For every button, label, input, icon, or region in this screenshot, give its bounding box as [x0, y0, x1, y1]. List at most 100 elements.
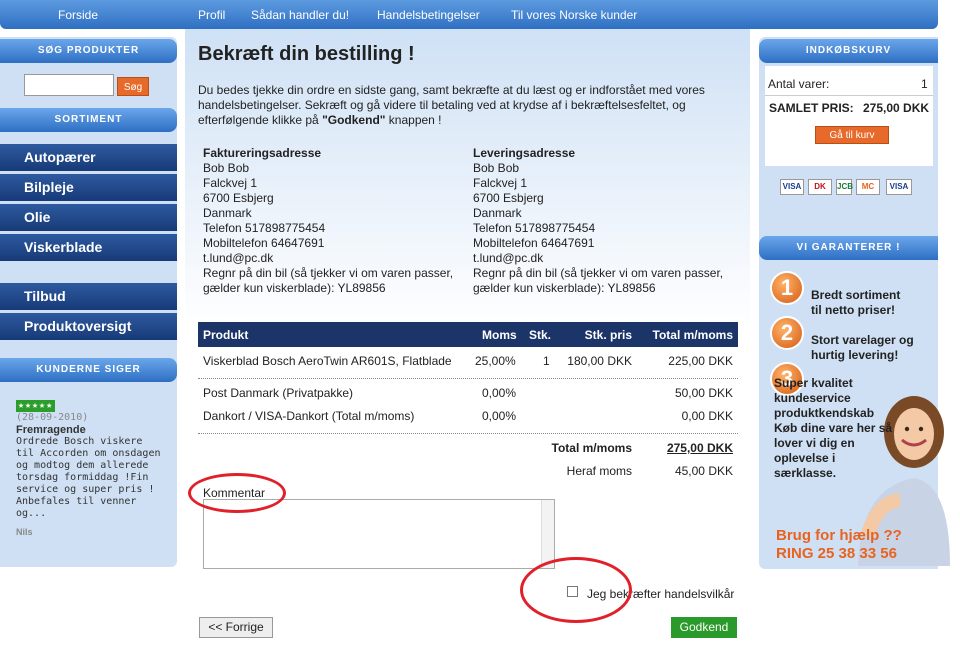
payment-vat: 0,00%	[482, 409, 517, 423]
intro-bold: "Godkend"	[322, 113, 386, 127]
total-value: 275,00 DKK	[666, 441, 733, 455]
shipping-line: Telefon 517898775454	[473, 221, 596, 235]
help-text: Brug for hjælp ??	[776, 527, 902, 544]
shipping-line: Danmark	[473, 206, 522, 220]
cart-total-label: SAMLET PRIS:	[769, 101, 854, 115]
cart-items-label: Antal varer:	[768, 77, 830, 91]
search-heading: SØG PRODUKTER	[0, 39, 177, 63]
category-olie[interactable]: Olie	[0, 204, 177, 231]
billing-line: Telefon 517898775454	[203, 221, 326, 235]
divider	[198, 433, 738, 434]
table-row: Viskerblad Bosch AeroTwin AR601S, Flatbl…	[198, 351, 738, 374]
nav-profil[interactable]: Profil	[198, 8, 225, 22]
highlight-ellipse	[520, 557, 632, 623]
customer-review: ★★★★★ (28-09-2010) Fremragende Ordrede B…	[16, 400, 166, 538]
textarea-scrollbar[interactable]	[541, 500, 554, 568]
billing-line: 6700 Esbjerg	[203, 191, 274, 205]
category-viskerblade[interactable]: Viskerblade	[0, 234, 177, 261]
table-header: Produkt Moms Stk. Stk. pris Total m/moms	[198, 322, 738, 347]
col-unit-price: Stk. pris	[584, 328, 632, 342]
billing-line: Falckvej 1	[203, 176, 258, 190]
mastercard-icon: MC	[856, 179, 880, 195]
vat-label: Heraf moms	[566, 464, 632, 478]
shipping-vat: 0,00%	[482, 386, 517, 400]
shipping-line: Mobiltelefon 64647691	[473, 236, 595, 250]
sortiment-heading: SORTIMENT	[0, 108, 177, 132]
shipping-line: t.lund@pc.dk	[473, 251, 544, 265]
vat-value: 45,00 DKK	[674, 464, 733, 478]
col-product: Produkt	[203, 328, 249, 342]
guarantee-badge: 1	[770, 271, 804, 305]
reviews-heading: KUNDERNE SIGER	[0, 358, 177, 382]
category-tilbud[interactable]: Tilbud	[0, 283, 177, 310]
guarantee-badge: 2	[770, 316, 804, 350]
help-phone: RING 25 38 33 56	[776, 545, 897, 562]
shipping-line: Regnr på din bil (så tjekker vi om varen…	[473, 266, 724, 295]
nav-norwegian-customers[interactable]: Til vores Norske kunder	[511, 8, 637, 22]
review-title: Fremragende	[16, 424, 86, 436]
review-author: Nils	[16, 527, 33, 537]
intro-text-end: knappen !	[385, 113, 442, 127]
category-produktoversigt[interactable]: Produktoversigt	[0, 313, 177, 340]
cart-total-value: 275,00 DKK	[863, 101, 930, 115]
guarantee-text: Super kvalitet kundeservice produktkends…	[774, 376, 893, 480]
guarantee-text: Stort varelager og hurtig levering!	[811, 333, 914, 362]
review-date: (28-09-2010)	[16, 412, 89, 423]
visa-card-icon: VISA	[780, 179, 804, 195]
category-autopaerer[interactable]: Autopærer	[0, 144, 177, 171]
vat-row: Heraf moms 45,00 DKK	[198, 461, 738, 484]
go-to-cart-button[interactable]: Gå til kurv	[815, 126, 889, 144]
category-bilpleje[interactable]: Bilpleje	[0, 174, 177, 201]
review-text: Ordrede Bosch viskere til Accorden om on…	[16, 436, 161, 519]
highlight-ellipse	[188, 473, 286, 513]
page-title: Bekræft din bestilling !	[198, 43, 415, 65]
shipping-address: Leveringsadresse Bob Bob Falckvej 1 6700…	[473, 146, 743, 296]
table-row: Dankort / VISA-Dankort (Total m/moms) 0,…	[198, 406, 738, 429]
help-block: Brug for hjælp ?? RING 25 38 33 56	[776, 527, 902, 563]
intro-text-part: Du bedes tjekke din ordre en sidste gang…	[198, 83, 705, 127]
billing-line: Danmark	[203, 206, 252, 220]
shipping-heading: Leveringsadresse	[473, 146, 576, 160]
guarantee-text: Bredt sortiment til netto priser!	[811, 288, 901, 317]
shipping-line: Bob Bob	[473, 161, 520, 175]
col-vat: Moms	[482, 328, 517, 342]
product-name: Viskerblad Bosch AeroTwin AR601S, Flatbl…	[203, 354, 452, 368]
billing-line: Regnr på din bil (så tjekker vi om varen…	[203, 266, 454, 295]
billing-address: Faktureringsadresse Bob Bob Falckvej 1 6…	[203, 146, 473, 296]
back-button[interactable]: << Forrige	[199, 617, 273, 638]
search-input[interactable]	[24, 74, 114, 96]
top-navigation: Forside Profil Sådan handler du! Handels…	[0, 0, 938, 29]
cart-items-value: 1	[921, 77, 928, 91]
payment-total: 0,00 DKK	[681, 409, 733, 423]
intro-text: Du bedes tjekke din ordre en sidste gang…	[198, 83, 738, 128]
dankort-card-icon: DK	[808, 179, 832, 195]
nav-terms[interactable]: Handelsbetingelser	[377, 8, 480, 22]
product-qty: 1	[543, 354, 550, 368]
col-qty: Stk.	[529, 328, 552, 342]
shipping-total: 50,00 DKK	[674, 386, 733, 400]
total-row: Total m/moms 275,00 DKK	[198, 438, 738, 461]
guarantee-heading: VI GARANTERER !	[759, 236, 938, 260]
product-vat: 25,00%	[475, 354, 516, 368]
table-row: Post Danmark (Privatpakke) 0,00% 50,00 D…	[198, 383, 738, 406]
billing-line: Bob Bob	[203, 161, 250, 175]
nav-how-to-shop[interactable]: Sådan handler du!	[251, 8, 349, 22]
jcb-card-icon: JCB	[836, 179, 853, 195]
divider	[198, 378, 738, 379]
billing-line: Mobiltelefon 64647691	[203, 236, 325, 250]
shipping-line: Falckvej 1	[473, 176, 528, 190]
visa-electron-icon: VISA	[886, 179, 912, 195]
billing-heading: Faktureringsadresse	[203, 146, 322, 160]
order-table: Produkt Moms Stk. Stk. pris Total m/moms…	[198, 322, 738, 484]
total-label: Total m/moms	[551, 441, 632, 455]
search-button[interactable]: Søg	[117, 77, 149, 96]
divider	[765, 95, 933, 96]
rating-stars: ★★★★★	[16, 400, 56, 412]
nav-home[interactable]: Forside	[58, 8, 98, 22]
billing-line: t.lund@pc.dk	[203, 251, 274, 265]
col-total: Total m/moms	[652, 328, 733, 342]
payment-method: Dankort / VISA-Dankort (Total m/moms)	[203, 409, 415, 423]
shipping-method: Post Danmark (Privatpakke)	[203, 386, 354, 400]
approve-button[interactable]: Godkend	[671, 617, 737, 638]
cart-heading: INDKØBSKURV	[759, 39, 938, 63]
